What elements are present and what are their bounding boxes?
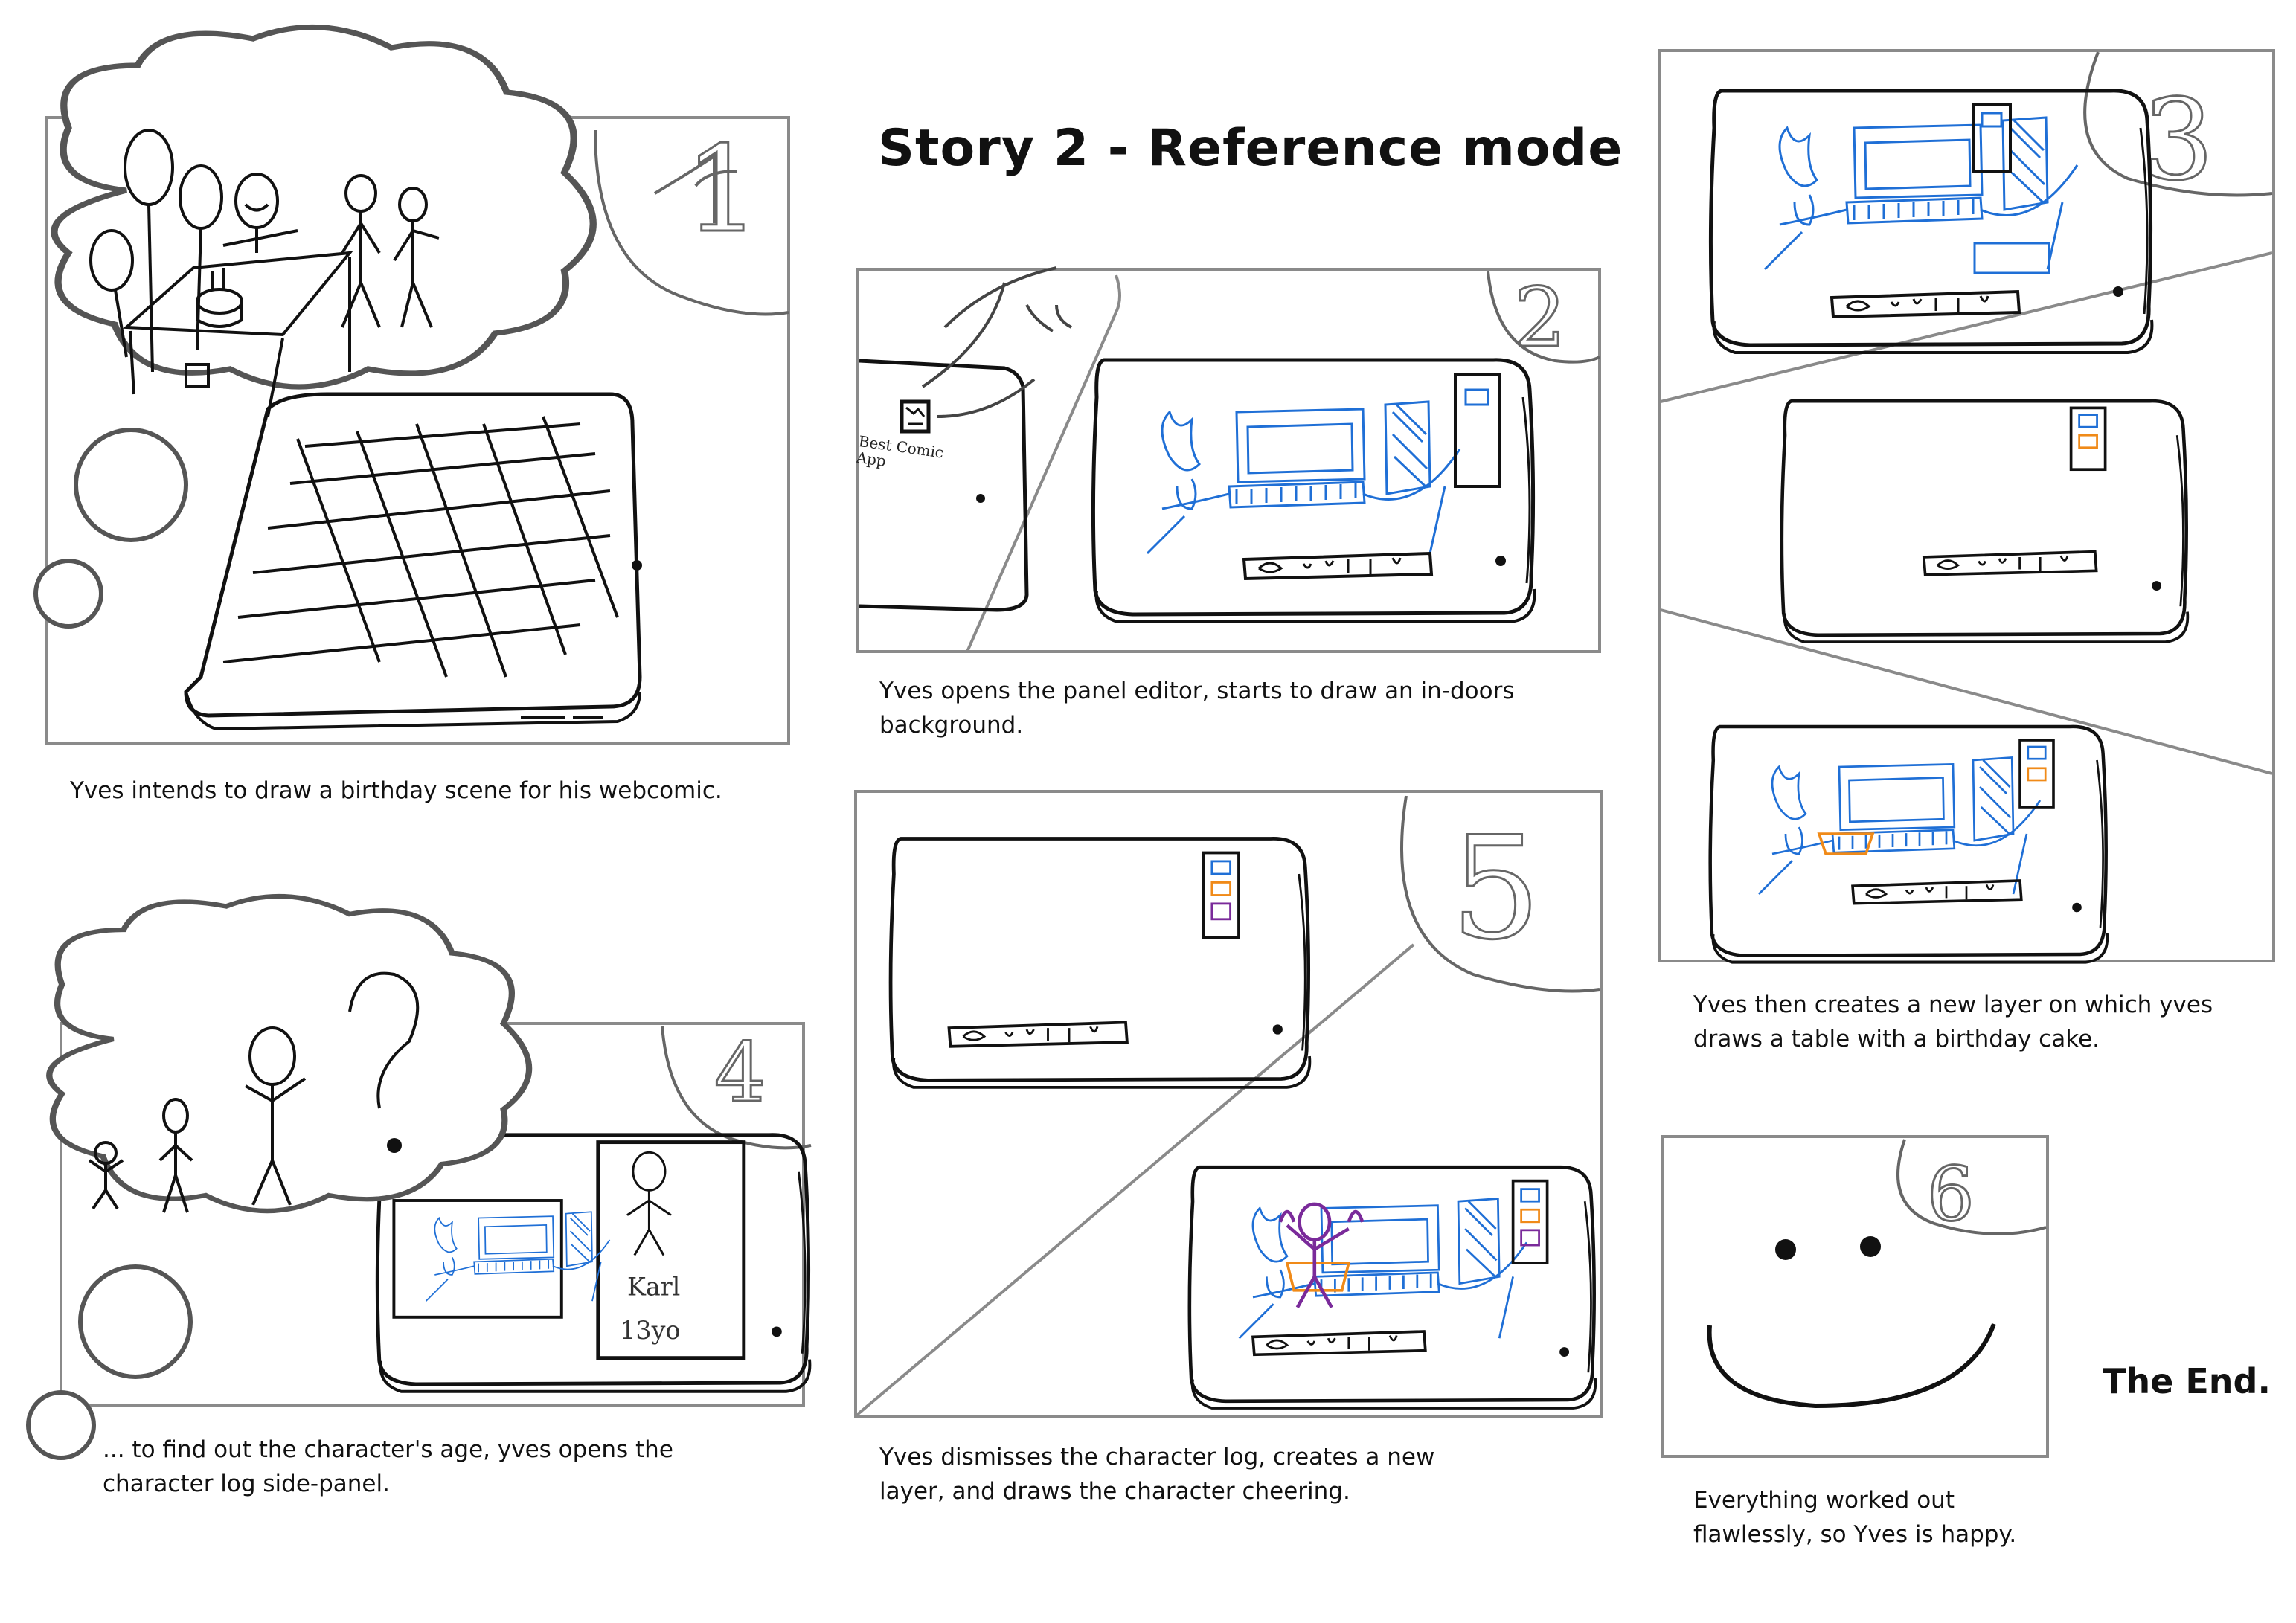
panel-1: 1 xyxy=(33,28,790,745)
caption-panel-2: Yves opens the panel editor, starts to d… xyxy=(879,678,1515,739)
char-age: 13yo xyxy=(620,1316,680,1345)
caption-panel-5: Yves dismisses the character log, create… xyxy=(879,1444,1435,1505)
page-title: Story 2 - Reference mode xyxy=(878,119,1623,178)
panel-number-2: 2 xyxy=(1514,270,1566,365)
smiley-left-eye xyxy=(1775,1239,1796,1260)
caption-panel-4: ... to find out the character's age, yve… xyxy=(103,1436,673,1497)
panel-number-4: 4 xyxy=(714,1025,766,1120)
panel-4: 4 Karl 13yo xyxy=(26,896,811,1460)
panel-3: 3 xyxy=(1658,49,2275,962)
panel-number-6: 6 xyxy=(1927,1151,1975,1238)
panel-2: 2 xyxy=(856,266,1601,653)
storyboard-art: 1 2 3 4 Karl 13yo 5 6 xyxy=(26,0,2275,1460)
caption-panel-3: Yves then creates a new layer on which y… xyxy=(1693,992,2213,1052)
panel-5: 5 xyxy=(854,790,1603,1418)
panel-number-3: 3 xyxy=(2143,76,2213,205)
panel-number-5: 5 xyxy=(1451,806,1541,971)
smiley-right-eye xyxy=(1860,1236,1881,1257)
the-end-label: The End. xyxy=(2103,1361,2271,1401)
smiley-mouth xyxy=(1707,1322,1996,1409)
char-name: Karl xyxy=(627,1272,680,1301)
panel-number-1: 1 xyxy=(684,120,760,259)
caption-panel-1: Yves intends to draw a birthday scene fo… xyxy=(70,777,722,804)
panel-6: 6 xyxy=(1661,1135,2049,1458)
caption-panel-6: Everything worked out flawlessly, so Yve… xyxy=(1693,1487,2017,1548)
storyboard-page: 1 2 3 4 Karl 13yo 5 6 Story 2 - Referenc… xyxy=(0,0,2296,1623)
